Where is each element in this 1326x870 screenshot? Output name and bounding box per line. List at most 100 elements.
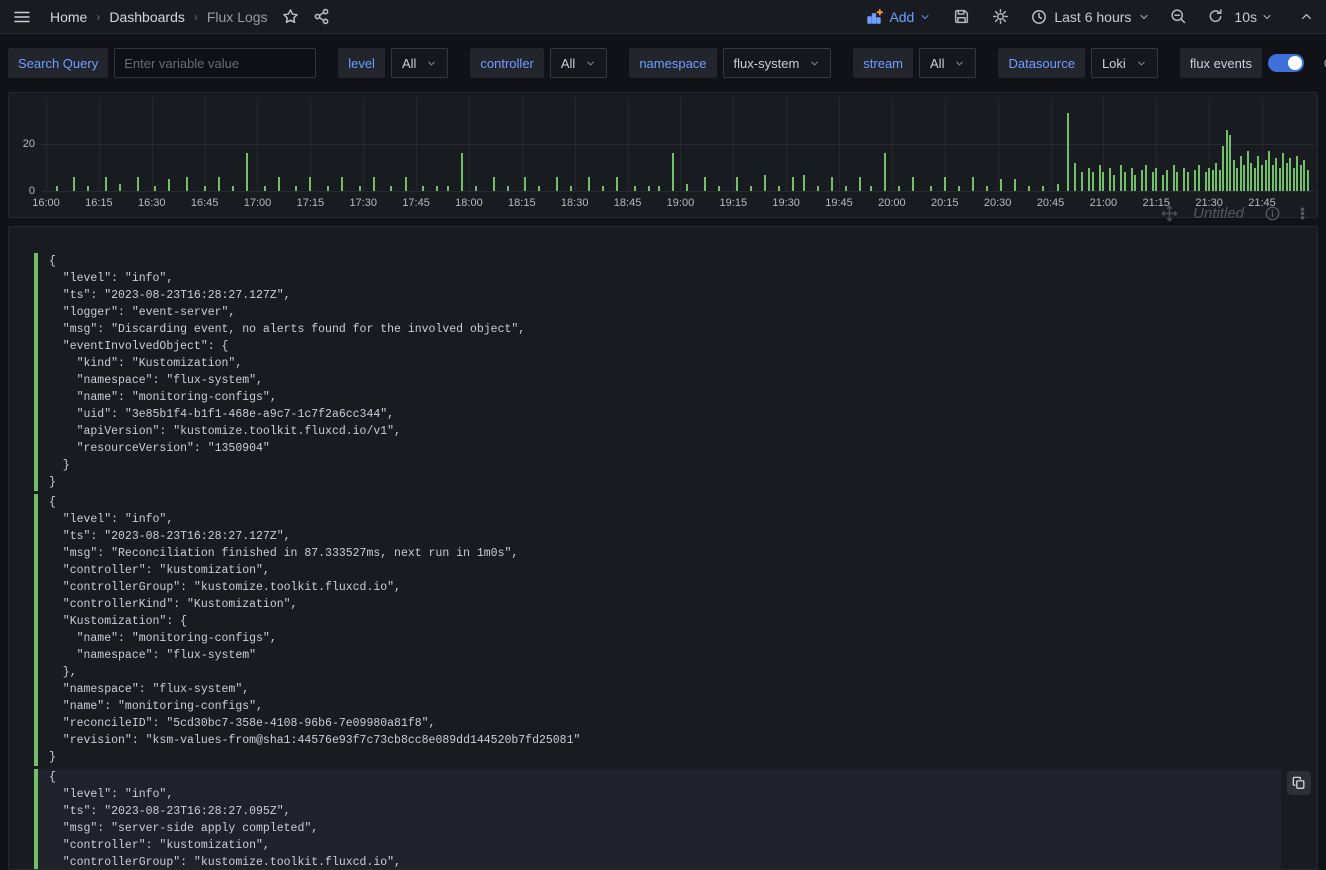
chart-bar <box>56 186 58 191</box>
level-dropdown[interactable]: All <box>391 48 448 78</box>
flux-events-label: flux events <box>1180 48 1262 78</box>
x-gridline <box>522 97 523 191</box>
menu-icon[interactable] <box>12 7 32 27</box>
topnav-actions: Add Last 6 hours 10s <box>844 8 1314 26</box>
datasource-dropdown[interactable]: Loki <box>1091 48 1158 78</box>
chart-bar <box>1296 156 1298 191</box>
kiosk-mode-chevron-up-icon[interactable] <box>1299 9 1314 24</box>
panel-menu-kebab-icon[interactable] <box>1295 206 1310 221</box>
chart-bar <box>422 186 424 191</box>
refresh-dashboard-icon[interactable] <box>1207 8 1224 25</box>
datasource-label: Datasource <box>998 48 1084 78</box>
chart-bar <box>507 186 509 191</box>
chart-bar <box>1183 168 1185 192</box>
namespace-dropdown[interactable]: flux-system <box>723 48 832 78</box>
x-axis-tick-label: 20:15 <box>923 196 967 210</box>
stream-label: stream <box>853 48 913 78</box>
y-gridline <box>41 144 1313 145</box>
namespace-label: namespace <box>629 48 716 78</box>
chart-bar <box>1074 163 1076 191</box>
chart-bar <box>232 186 234 191</box>
share-icon[interactable] <box>313 8 330 25</box>
chart-bar <box>1212 170 1214 191</box>
chart-bar <box>447 186 449 191</box>
chart-bar <box>1176 172 1178 191</box>
chart-bar <box>1155 168 1157 192</box>
chart-bar <box>1261 165 1263 191</box>
variable-level: level All <box>338 48 448 78</box>
chart-bar <box>634 186 636 191</box>
chart-bar <box>154 186 156 191</box>
breadcrumb-dashboards[interactable]: Dashboards <box>109 9 185 25</box>
dashboard-variables-row: Search Query level All controller All na… <box>8 48 1326 78</box>
chart-bar <box>359 186 361 191</box>
time-range-picker[interactable]: Last 6 hours <box>1031 9 1150 25</box>
chart-bar <box>475 186 477 191</box>
chart-bar <box>845 186 847 191</box>
search-query-input[interactable] <box>114 48 316 78</box>
chart-bar <box>803 175 805 191</box>
chart-bar <box>461 153 463 191</box>
variable-datasource: Datasource Loki <box>998 48 1157 78</box>
chart-bar <box>870 186 872 191</box>
chevron-down-icon <box>426 58 437 69</box>
x-gridline <box>99 97 100 191</box>
chart-bar <box>373 177 375 191</box>
chart-bar <box>1028 186 1030 191</box>
x-axis-tick-label: 18:45 <box>606 196 650 210</box>
y-axis-tick-label: 20 <box>9 137 35 151</box>
chart-bar <box>1265 160 1267 191</box>
copy-log-line-icon[interactable] <box>1287 771 1311 795</box>
chart-bar <box>1222 146 1224 191</box>
chart-bar <box>1166 170 1168 191</box>
chart-bar <box>686 184 688 191</box>
search-query-label: Search Query <box>8 48 108 78</box>
save-dashboard-icon[interactable] <box>953 8 970 25</box>
add-button[interactable]: Add <box>866 8 931 26</box>
log-row[interactable]: { "level": "info", "ts": "2023-08-23T16:… <box>34 253 1281 491</box>
star-icon[interactable] <box>282 8 299 25</box>
settings-gear-icon[interactable] <box>992 8 1009 25</box>
logs-panel: { "level": "info", "ts": "2023-08-23T16:… <box>8 226 1318 870</box>
zoom-out-icon[interactable] <box>1170 8 1187 25</box>
chart-bar <box>436 186 438 191</box>
chart-bar <box>1257 156 1259 191</box>
move-panel-icon[interactable] <box>1160 204 1179 223</box>
controller-dropdown[interactable]: All <box>550 48 607 78</box>
chart-bar <box>817 186 819 191</box>
chart-bar <box>792 177 794 191</box>
chart-bar <box>1233 160 1235 191</box>
log-row[interactable]: { "level": "info", "ts": "2023-08-23T16:… <box>34 769 1281 870</box>
x-axis-tick-label: 17:45 <box>394 196 438 210</box>
chart-bar <box>341 177 343 191</box>
chart-bar <box>672 153 674 191</box>
stream-dropdown[interactable]: All <box>919 48 976 78</box>
chart-bar <box>105 177 107 191</box>
chart-bar <box>1057 184 1059 191</box>
variables-refresh-icon[interactable] <box>1322 56 1326 71</box>
chart-bar <box>1162 175 1164 191</box>
chart-bar <box>1120 165 1122 191</box>
flux-events-toggle[interactable] <box>1268 54 1304 72</box>
refresh-interval-dropdown[interactable]: 10s <box>1234 9 1273 25</box>
controller-value: All <box>561 56 575 71</box>
log-row[interactable]: { "level": "info", "ts": "2023-08-23T16:… <box>34 494 1281 766</box>
chart-bar <box>1102 172 1104 191</box>
chart-bar <box>1240 156 1242 191</box>
x-axis-tick-label: 20:30 <box>976 196 1020 210</box>
chart-bar <box>986 186 988 191</box>
breadcrumb-home[interactable]: Home <box>50 9 87 25</box>
chart-plot[interactable]: 02016:0016:1516:3016:4517:0017:1517:3017… <box>9 93 1317 217</box>
chart-bar <box>556 177 558 191</box>
chart-bar <box>658 186 660 191</box>
panel-info-icon[interactable] <box>1264 205 1281 222</box>
x-gridline <box>469 97 470 191</box>
x-axis-tick-label: 17:15 <box>288 196 332 210</box>
chart-bar <box>831 177 833 191</box>
chart-bar <box>119 184 121 191</box>
chart-bar <box>1303 160 1305 191</box>
chart-bar <box>884 153 886 191</box>
x-axis-tick-label: 20:00 <box>870 196 914 210</box>
panel-title: Untitled <box>1193 205 1244 222</box>
x-axis-tick-label: 18:30 <box>553 196 597 210</box>
